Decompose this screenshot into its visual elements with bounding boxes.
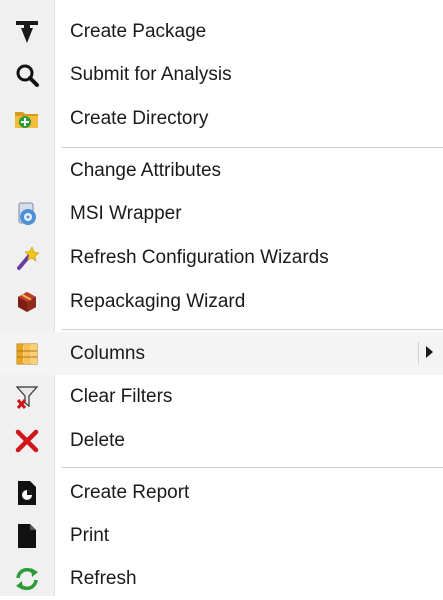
menu-item-label: Delete xyxy=(70,429,125,451)
menu-item-change-attributes[interactable]: Change Attributes xyxy=(0,149,443,192)
menu-item-clear-filters[interactable]: Clear Filters xyxy=(0,375,443,418)
menu-item-label: Create Package xyxy=(70,20,207,42)
menu-item-msi-wrapper[interactable]: MSI Wrapper xyxy=(0,192,443,235)
menu-item-create-package[interactable]: Create Package xyxy=(0,10,443,53)
document-icon xyxy=(0,514,54,557)
delete-x-icon xyxy=(0,419,54,462)
msi-wrapper-icon xyxy=(0,192,54,235)
menu-separator xyxy=(62,329,443,330)
menu-item-label: Clear Filters xyxy=(70,385,173,407)
menu-item-label: Columns xyxy=(70,342,145,364)
submenu-divider xyxy=(418,342,419,364)
package-box-icon xyxy=(0,280,54,323)
menu-item-print[interactable]: Print xyxy=(0,514,443,557)
menu-item-create-directory[interactable]: Create Directory xyxy=(0,97,443,140)
menu-item-refresh-configuration-wizards[interactable]: Refresh Configuration Wizards xyxy=(0,236,443,279)
report-icon xyxy=(0,471,54,514)
menu-item-refresh[interactable]: Refresh xyxy=(0,557,443,600)
create-package-icon xyxy=(0,10,54,53)
menu-item-label: Create Directory xyxy=(70,107,209,129)
menu-separator xyxy=(62,467,443,468)
menu-item-repackaging-wizard[interactable]: Repackaging Wizard xyxy=(0,280,443,323)
magic-wand-icon xyxy=(0,236,54,279)
folder-add-icon xyxy=(0,97,54,140)
menu-item-label: Repackaging Wizard xyxy=(70,290,246,312)
magnifier-icon xyxy=(0,53,54,96)
columns-icon xyxy=(0,332,54,375)
menu-item-label: MSI Wrapper xyxy=(70,202,182,224)
menu-item-label: Change Attributes xyxy=(70,159,222,181)
refresh-arrows-icon xyxy=(0,557,54,600)
menu-item-create-report[interactable]: Create Report xyxy=(0,471,443,514)
context-menu: Create Package Submit for Analysis Creat… xyxy=(0,0,443,596)
menu-item-columns[interactable]: Columns xyxy=(0,332,443,375)
menu-item-label: Refresh xyxy=(70,567,137,589)
menu-item-label: Submit for Analysis xyxy=(70,63,232,85)
menu-item-label: Create Report xyxy=(70,481,190,503)
menu-item-submit-for-analysis[interactable]: Submit for Analysis xyxy=(0,53,443,96)
menu-item-delete[interactable]: Delete xyxy=(0,419,443,462)
clear-filter-icon xyxy=(0,375,54,418)
menu-item-label: Print xyxy=(70,524,110,546)
submenu-arrow-icon xyxy=(426,346,433,358)
menu-separator xyxy=(62,147,443,148)
menu-item-label: Refresh Configuration Wizards xyxy=(70,246,329,268)
